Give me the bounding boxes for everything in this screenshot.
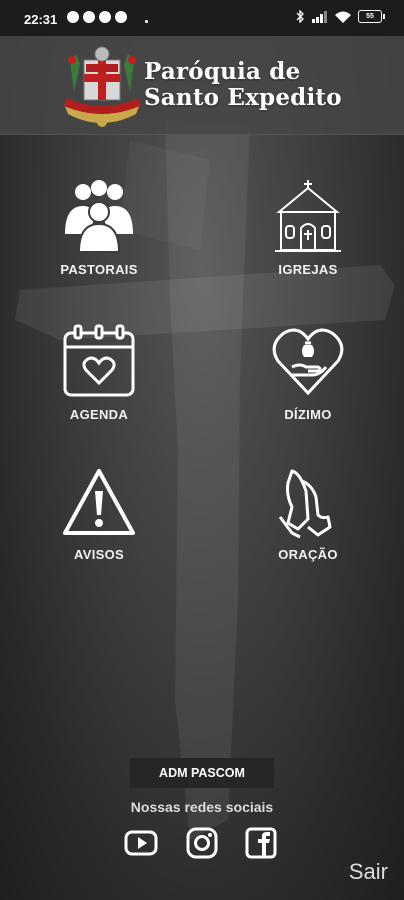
- menu-label-pastorais: PASTORAIS: [60, 262, 138, 277]
- praying-hands-icon: [278, 469, 332, 539]
- app-header: Paróquia de Santo Expedito: [0, 36, 404, 135]
- menu-tile-igrejas[interactable]: IGREJAS: [233, 178, 383, 277]
- notification-icon: [83, 11, 95, 23]
- menu-tile-dizimo[interactable]: DÍZIMO: [233, 323, 383, 422]
- menu-label-avisos: AVISOS: [74, 547, 124, 562]
- youtube-icon[interactable]: [124, 826, 158, 860]
- people-group-icon: [65, 180, 133, 253]
- calendar-heart-icon: [63, 324, 135, 397]
- menu-tile-pastorais[interactable]: PASTORAIS: [24, 178, 174, 277]
- instagram-icon[interactable]: [185, 826, 219, 860]
- menu-label-oracao: ORAÇÃO: [278, 547, 338, 562]
- menu-tile-agenda[interactable]: AGENDA: [24, 323, 174, 422]
- signal-icon: [312, 10, 327, 23]
- heart-donation-icon: [272, 328, 344, 396]
- title-line-2: Santo Expedito: [144, 84, 342, 111]
- app-screen: 22:31 55 Paróquia de Santo Expedito PAST…: [0, 0, 404, 900]
- notification-icon: [115, 11, 127, 23]
- adm-pascom-button[interactable]: ADM PASCOM: [130, 758, 274, 788]
- menu-label-igrejas: IGREJAS: [278, 262, 338, 277]
- battery-indicator: 55: [358, 10, 385, 23]
- status-time: 22:31: [24, 12, 58, 27]
- bluetooth-icon: [296, 10, 304, 23]
- parish-logo: [64, 46, 140, 127]
- title-line-1: Paróquia de: [144, 58, 301, 85]
- menu-tile-avisos[interactable]: AVISOS: [24, 467, 174, 562]
- warning-icon: [63, 469, 135, 535]
- notification-icons: [67, 11, 127, 23]
- menu-tile-oracao[interactable]: ORAÇÃO: [233, 467, 383, 562]
- menu-label-dizimo: DÍZIMO: [284, 407, 332, 422]
- church-icon: [275, 180, 341, 252]
- status-bar: 22:31 55: [0, 0, 404, 36]
- parish-title: Paróquia de Santo Expedito: [144, 59, 354, 111]
- wifi-icon: [335, 11, 351, 23]
- more-notifications-dot: [145, 20, 148, 23]
- social-networks-title: Nossas redes sociais: [130, 799, 274, 815]
- logout-link[interactable]: Sair: [349, 859, 388, 885]
- alarm-icon: [67, 11, 79, 23]
- system-icons: 55: [296, 10, 385, 23]
- notification-icon: [99, 11, 111, 23]
- menu-label-agenda: AGENDA: [69, 407, 129, 422]
- facebook-icon[interactable]: [244, 826, 278, 860]
